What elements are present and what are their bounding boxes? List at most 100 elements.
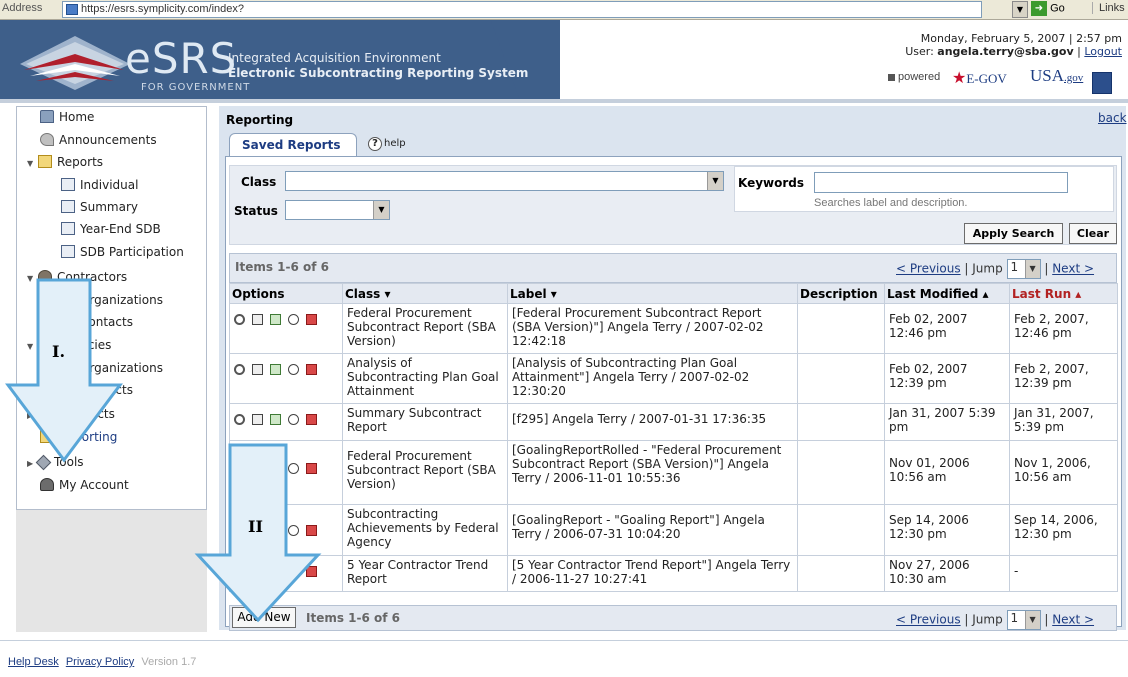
keywords-input[interactable] — [814, 172, 1068, 193]
copy-icon[interactable] — [270, 414, 281, 425]
header-divider — [0, 99, 1128, 103]
jump-select[interactable]: 1 ▼ — [1006, 610, 1041, 630]
chevron-down-icon[interactable]: ▼ — [1012, 1, 1028, 18]
sidebar-item-agency-organizations[interactable]: Organizations — [61, 361, 163, 375]
report-icon — [61, 245, 75, 258]
url-text: https://esrs.symplicity.com/index? — [81, 3, 245, 15]
keywords-label: Keywords — [738, 176, 805, 190]
row-options — [229, 504, 343, 556]
sidebar-item-sdb-participation[interactable]: SDB Participation — [61, 245, 184, 259]
sidebar-item-year-end-sdb[interactable]: Year-End SDB — [61, 222, 161, 236]
footer-divider — [0, 640, 1128, 641]
copy-icon[interactable] — [270, 314, 281, 325]
sidebar-item-home[interactable]: Home — [40, 110, 94, 124]
view-icon[interactable] — [234, 463, 245, 474]
egov-logo[interactable]: ★E-GOV — [952, 68, 1007, 88]
chevron-down-icon: ▼ — [1024, 260, 1040, 278]
sidebar-item-contractor-contacts[interactable]: Contacts — [61, 315, 133, 329]
back-link[interactable]: back — [1098, 111, 1127, 125]
table-row: Federal Procurement Subcontract Report (… — [229, 303, 1118, 354]
sidebar-item-reporting[interactable]: Reporting — [40, 430, 117, 444]
delete-icon[interactable] — [306, 314, 317, 325]
sidebar-item-agencies[interactable]: ▼ Agencies — [27, 338, 111, 352]
edit-icon[interactable] — [252, 566, 263, 577]
jump-select[interactable]: 1 ▼ — [1006, 259, 1041, 279]
class-select[interactable]: ▼ — [285, 171, 724, 191]
run-icon[interactable] — [288, 414, 299, 425]
jump-label: | Jump — [960, 612, 1007, 627]
delete-icon[interactable] — [306, 414, 317, 425]
next-link[interactable]: Next > — [1052, 262, 1094, 276]
view-icon[interactable] — [234, 364, 245, 375]
sidebar-item-agency-contacts[interactable]: Contacts — [61, 383, 133, 397]
cell-last-run: Sep 14, 2006, 12:30 pm — [1009, 504, 1118, 556]
col-description: Description — [797, 283, 885, 304]
clear-button[interactable]: Clear — [1069, 223, 1117, 244]
status-select[interactable]: ▼ — [285, 200, 390, 220]
run-icon[interactable] — [288, 314, 299, 325]
apply-search-button[interactable]: Apply Search — [964, 223, 1063, 244]
url-field[interactable]: https://esrs.symplicity.com/index? — [62, 1, 982, 18]
sidebar-item-individual[interactable]: Individual — [61, 178, 138, 192]
cell-class: Summary Subcontract Report — [342, 403, 508, 441]
go-button[interactable]: ➜ Go — [1031, 1, 1079, 18]
view-icon[interactable] — [234, 314, 245, 325]
row-options — [229, 353, 343, 404]
delete-icon[interactable] — [306, 364, 317, 375]
col-last-modified[interactable]: Last Modified ▴ — [884, 283, 1010, 304]
copy-icon[interactable] — [270, 364, 281, 375]
view-icon[interactable] — [234, 566, 245, 577]
view-icon[interactable] — [234, 525, 245, 536]
col-label[interactable]: Label ▾ — [507, 283, 798, 304]
sidebar-item-reports[interactable]: ▼ Reports — [27, 155, 103, 169]
delete-icon[interactable] — [306, 525, 317, 536]
cell-last-run: Jan 31, 2007, 5:39 pm — [1009, 403, 1118, 441]
sidebar-item-contractor-organizations[interactable]: Organizations — [61, 293, 163, 307]
run-icon[interactable] — [288, 566, 299, 577]
run-icon[interactable] — [288, 525, 299, 536]
links-label[interactable]: Links — [1092, 2, 1125, 14]
edit-icon[interactable] — [252, 414, 263, 425]
sidebar-item-contractors[interactable]: ▼ Contractors — [27, 270, 127, 284]
run-icon[interactable] — [288, 364, 299, 375]
sidebar-item-tools[interactable]: ▶ Tools — [27, 454, 84, 471]
row-options — [229, 403, 343, 441]
col-class[interactable]: Class ▾ — [342, 283, 508, 304]
copy-icon[interactable] — [270, 525, 281, 536]
header-title-line1: Integrated Acquisition Environment — [228, 51, 441, 65]
sidebar-item-announcements[interactable]: Announcements — [40, 133, 157, 147]
delete-icon[interactable] — [306, 463, 317, 474]
copy-icon[interactable] — [270, 566, 281, 577]
logout-link[interactable]: Logout — [1084, 45, 1122, 58]
delete-icon[interactable] — [306, 566, 317, 577]
privacy-policy-link[interactable]: Privacy Policy — [66, 656, 134, 668]
next-link[interactable]: Next > — [1052, 613, 1094, 627]
sidebar-item-summary[interactable]: Summary — [61, 200, 138, 214]
sidebar-label: Summary — [80, 200, 138, 214]
previous-link[interactable]: < Previous — [896, 262, 961, 276]
sidebar-item-contracts[interactable]: ▶ Contracts — [27, 407, 115, 421]
edit-icon[interactable] — [252, 463, 263, 474]
powered-label: powered — [888, 71, 940, 83]
tab-saved-reports[interactable]: Saved Reports — [229, 133, 357, 156]
usagov-logo[interactable]: USA.gov — [1030, 66, 1083, 86]
sidebar-label: Contractors — [57, 270, 128, 284]
previous-link[interactable]: < Previous — [896, 613, 961, 627]
cell-modified: Nov 27, 2006 10:30 am — [884, 555, 1010, 592]
report-icon — [61, 178, 75, 191]
run-icon[interactable] — [288, 463, 299, 474]
user-line: User: angela.terry@sba.gov | Logout — [905, 45, 1122, 58]
help-link[interactable]: ? help — [368, 137, 406, 151]
page-title: Reporting — [226, 113, 294, 127]
edit-icon[interactable] — [252, 364, 263, 375]
star-icon: ★ — [952, 70, 967, 87]
help-desk-link[interactable]: Help Desk — [8, 656, 59, 668]
row-options — [229, 555, 343, 592]
col-last-run[interactable]: Last Run ▴ — [1009, 283, 1118, 304]
add-new-button[interactable]: Add New — [232, 607, 296, 628]
home-icon — [40, 110, 54, 123]
edit-icon[interactable] — [252, 314, 263, 325]
copy-icon[interactable] — [270, 463, 281, 474]
sidebar-item-my-account[interactable]: My Account — [40, 478, 129, 492]
view-icon[interactable] — [234, 414, 245, 425]
